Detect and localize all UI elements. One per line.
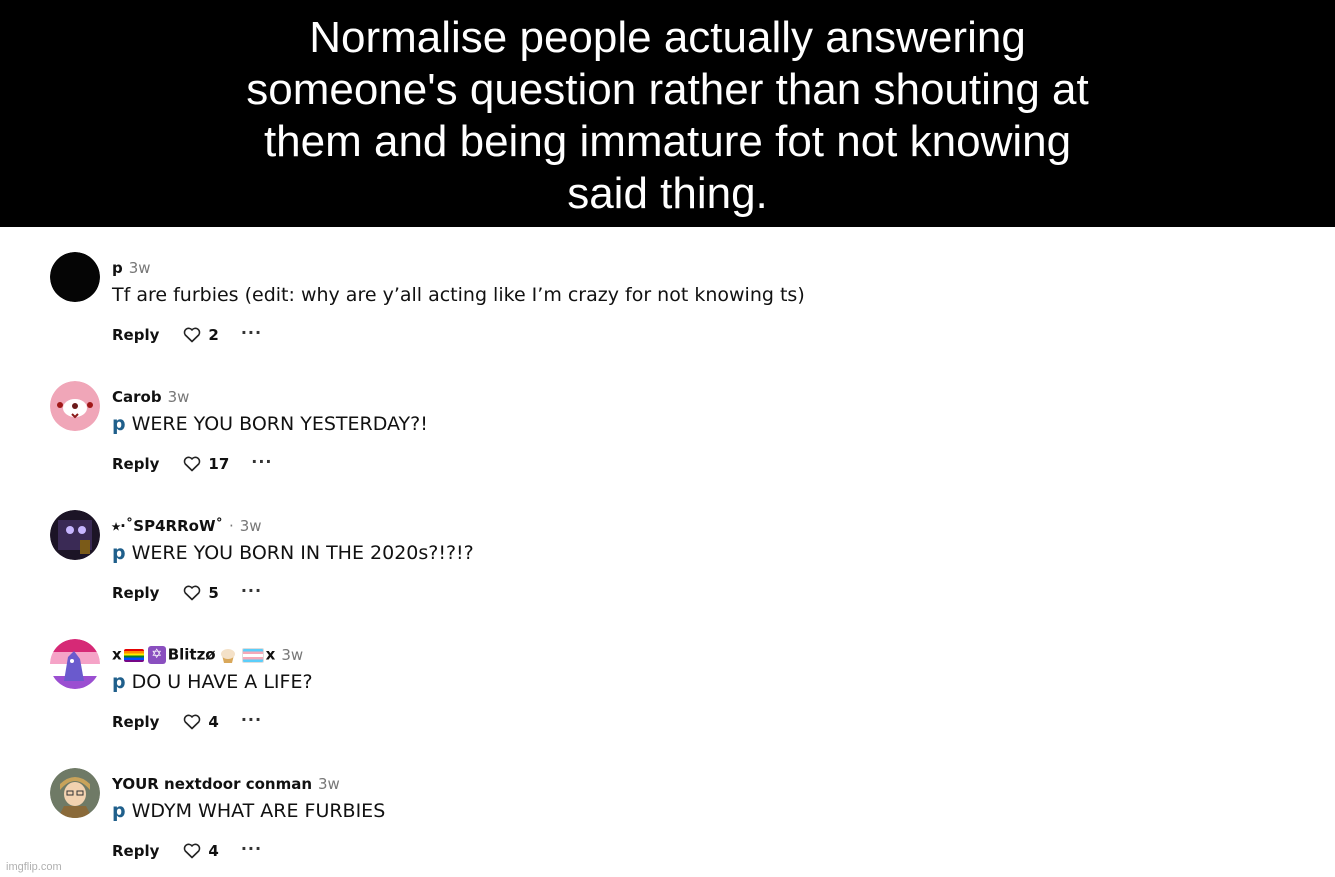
more-options-button[interactable]: ···: [241, 710, 262, 729]
comment-text-line: p WERE YOU BORN YESTERDAY?!: [112, 413, 428, 435]
username[interactable]: p: [112, 259, 123, 277]
heart-icon: [184, 585, 201, 601]
comment-meta: ⭑·˚SP4RRoW˚ · 3w: [112, 514, 262, 538]
comment-meta: Carob 3w: [112, 385, 189, 409]
avatar[interactable]: [50, 381, 100, 431]
timestamp: 3w: [239, 517, 262, 535]
username[interactable]: YOUR nextdoor conman: [112, 775, 312, 793]
like-button[interactable]: 5: [183, 584, 219, 602]
comment-text-line: p DO U HAVE A LIFE?: [112, 671, 313, 693]
comment-text: DO U HAVE A LIFE?: [131, 671, 313, 693]
comment-meta: YOUR nextdoor conman 3w: [112, 772, 340, 796]
timestamp: 3w: [318, 775, 340, 793]
more-options-button[interactable]: ···: [251, 452, 272, 471]
mention-link[interactable]: p: [112, 671, 126, 693]
heart-icon: [184, 714, 201, 730]
like-count: 4: [208, 713, 219, 731]
mention-link[interactable]: p: [112, 413, 126, 435]
like-count: 2: [208, 326, 219, 344]
avatar[interactable]: [50, 252, 100, 302]
caption-text: Normalise people actually answering some…: [246, 12, 1089, 218]
comment-text: WERE YOU BORN YESTERDAY?!: [131, 413, 428, 435]
like-button[interactable]: 4: [183, 713, 219, 731]
username-suffix: ·: [228, 517, 234, 535]
comment-text-line: p WERE YOU BORN IN THE 2020s?!?!?: [112, 542, 474, 564]
comment-text-line: p WDYM WHAT ARE FURBIES: [112, 800, 385, 822]
timestamp: 3w: [281, 646, 304, 664]
caption-banner: Normalise people actually answering some…: [0, 0, 1335, 227]
timestamp: 3w: [167, 388, 190, 406]
comment-meta: p 3w: [112, 256, 151, 280]
comment-text: Tf are furbies (edit: why are y’all acti…: [112, 284, 805, 306]
comment-item: x ✡ Blitzø x 3w p DO U HAVE A LIFE? Reply 4 …: [50, 639, 1150, 749]
avatar[interactable]: [50, 510, 100, 560]
comment-text: WERE YOU BORN IN THE 2020s?!?!?: [131, 542, 474, 564]
star-of-david-icon: ✡: [147, 646, 166, 664]
username[interactable]: ⭑·˚SP4RRoW˚: [112, 517, 223, 535]
comment-meta: x ✡ Blitzø x 3w: [112, 643, 303, 667]
comment-actions: Reply 17 ···: [112, 452, 273, 475]
username-part: Blitzø: [167, 645, 216, 664]
reply-button[interactable]: Reply: [112, 713, 159, 731]
username-part: x: [265, 645, 276, 664]
comment-actions: Reply 4 ···: [112, 839, 262, 862]
like-button[interactable]: 17: [183, 455, 229, 473]
reply-button[interactable]: Reply: [112, 584, 159, 602]
heart-icon: [184, 456, 201, 472]
like-count: 17: [208, 455, 230, 473]
mention-link[interactable]: p: [112, 800, 126, 822]
avatar[interactable]: [50, 768, 100, 818]
comment-text: WDYM WHAT ARE FURBIES: [131, 800, 386, 822]
comment-item: Carob 3w p WERE YOU BORN YESTERDAY?! Repl…: [50, 381, 1150, 491]
watermark: imgflip.com: [6, 861, 62, 873]
comment-actions: Reply 5 ···: [112, 581, 262, 604]
comment-item: YOUR nextdoor conman 3w p WDYM WHAT ARE F…: [50, 768, 1150, 877]
timestamp: 3w: [128, 259, 151, 277]
avatar[interactable]: [50, 639, 100, 689]
username[interactable]: x ✡ Blitzø x: [112, 645, 275, 665]
more-options-button[interactable]: ···: [241, 323, 262, 342]
heart-icon: [184, 843, 201, 859]
like-count: 4: [208, 842, 219, 860]
reply-button[interactable]: Reply: [112, 326, 159, 344]
like-count: 5: [208, 584, 219, 602]
heart-icon: [184, 327, 201, 343]
more-options-button[interactable]: ···: [241, 581, 262, 600]
reply-button[interactable]: Reply: [112, 455, 159, 473]
comment-item: ⭑·˚SP4RRoW˚ · 3w p WERE YOU BORN IN THE 2…: [50, 510, 1150, 620]
comment-actions: Reply 2 ···: [112, 323, 262, 346]
rainbow-flag-icon: [123, 648, 144, 662]
reply-button[interactable]: Reply: [112, 842, 159, 860]
comment-actions: Reply 4 ···: [112, 710, 262, 733]
username-part: x: [112, 645, 122, 664]
like-button[interactable]: 2: [183, 326, 219, 344]
cupcake-icon: [220, 649, 235, 663]
comment-item: p 3w Tf are furbies (edit: why are y’all…: [50, 252, 1150, 362]
mention-link[interactable]: p: [112, 542, 126, 564]
trans-flag-icon: [241, 647, 264, 663]
more-options-button[interactable]: ···: [241, 839, 262, 858]
username[interactable]: Carob: [112, 388, 162, 406]
like-button[interactable]: 4: [183, 842, 219, 860]
